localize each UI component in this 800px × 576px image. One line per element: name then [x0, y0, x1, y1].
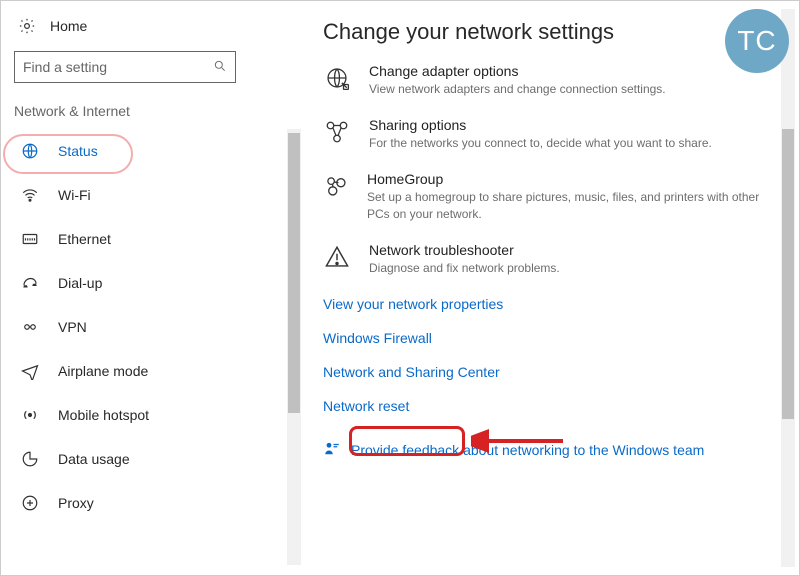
- option-change-adapter-options[interactable]: Change adapter options View network adapt…: [323, 63, 769, 97]
- dialup-icon: [20, 273, 40, 293]
- option-desc: View network adapters and change connect…: [369, 81, 666, 97]
- hotspot-icon: [20, 405, 40, 425]
- sidebar-scrollbar-thumb[interactable]: [288, 133, 300, 413]
- feedback-link[interactable]: Provide feedback about networking to the…: [323, 440, 769, 461]
- adapter-icon: [323, 65, 351, 93]
- datausage-icon: [20, 449, 40, 469]
- main-scrollbar-thumb[interactable]: [782, 129, 794, 419]
- sidebar-item-proxy[interactable]: Proxy: [4, 481, 285, 525]
- sidebar-item-label: Data usage: [58, 451, 130, 467]
- sidebar-item-airplane-mode[interactable]: Airplane mode: [4, 349, 285, 393]
- nav: Status Wi-Fi Ethernet Dial-up VPN Airplane mo…: [4, 129, 301, 565]
- link-view-properties[interactable]: View your network properties: [323, 296, 769, 312]
- home-button[interactable]: Home: [4, 11, 301, 41]
- status-icon: [20, 141, 40, 161]
- sidebar-item-label: VPN: [58, 319, 87, 335]
- home-label: Home: [50, 18, 87, 34]
- option-sharing-options[interactable]: Sharing options For the networks you conn…: [323, 117, 769, 151]
- sidebar-scrollbar[interactable]: [287, 129, 301, 565]
- vpn-icon: [20, 317, 40, 337]
- sidebar-item-status[interactable]: Status: [4, 129, 285, 173]
- option-title: Change adapter options: [369, 63, 666, 79]
- watermark-badge: TC: [725, 9, 789, 73]
- option-desc: Set up a homegroup to share pictures, mu…: [367, 189, 769, 221]
- feedback-icon: [323, 440, 341, 461]
- sidebar-item-label: Mobile hotspot: [58, 407, 149, 423]
- sidebar-item-label: Proxy: [58, 495, 94, 511]
- option-network-troubleshooter[interactable]: Network troubleshooter Diagnose and fix n…: [323, 242, 769, 276]
- sidebar-item-wi-fi[interactable]: Wi-Fi: [4, 173, 285, 217]
- troubleshoot-icon: [323, 244, 351, 272]
- option-desc: Diagnose and fix network problems.: [369, 260, 560, 276]
- link-network-reset[interactable]: Network reset: [323, 398, 769, 414]
- feedback-label: Provide feedback about networking to the…: [351, 442, 704, 458]
- proxy-icon: [20, 493, 40, 513]
- sharing-icon: [323, 119, 351, 147]
- sidebar-item-data-usage[interactable]: Data usage: [4, 437, 285, 481]
- sidebar-item-label: Status: [58, 143, 98, 159]
- homegroup-icon: [323, 173, 349, 201]
- gear-icon: [18, 17, 36, 35]
- sidebar-item-label: Ethernet: [58, 231, 111, 247]
- main-content: Change your network settings Change adap…: [301, 1, 799, 575]
- option-title: Network troubleshooter: [369, 242, 560, 258]
- option-title: Sharing options: [369, 117, 712, 133]
- sidebar: Home Network & Internet Status Wi-Fi Ether…: [1, 1, 301, 575]
- sidebar-item-label: Dial-up: [58, 275, 102, 291]
- search-icon: [213, 59, 227, 76]
- page-title: Change your network settings: [323, 19, 769, 45]
- search-input-wrap[interactable]: [14, 51, 236, 83]
- sidebar-item-label: Wi-Fi: [58, 187, 91, 203]
- link-network-sharing-center[interactable]: Network and Sharing Center: [323, 364, 769, 380]
- airplane-icon: [20, 361, 40, 381]
- ethernet-icon: [20, 229, 40, 249]
- option-desc: For the networks you connect to, decide …: [369, 135, 712, 151]
- search-input[interactable]: [23, 59, 213, 75]
- sidebar-item-mobile-hotspot[interactable]: Mobile hotspot: [4, 393, 285, 437]
- sidebar-item-label: Airplane mode: [58, 363, 148, 379]
- link-windows-firewall[interactable]: Windows Firewall: [323, 330, 769, 346]
- main-scrollbar[interactable]: [781, 9, 795, 567]
- option-homegroup[interactable]: HomeGroup Set up a homegroup to share pic…: [323, 171, 769, 221]
- wifi-icon: [20, 185, 40, 205]
- option-title: HomeGroup: [367, 171, 769, 187]
- sidebar-item-vpn[interactable]: VPN: [4, 305, 285, 349]
- sidebar-item-ethernet[interactable]: Ethernet: [4, 217, 285, 261]
- sidebar-item-dial-up[interactable]: Dial-up: [4, 261, 285, 305]
- section-label: Network & Internet: [4, 93, 301, 129]
